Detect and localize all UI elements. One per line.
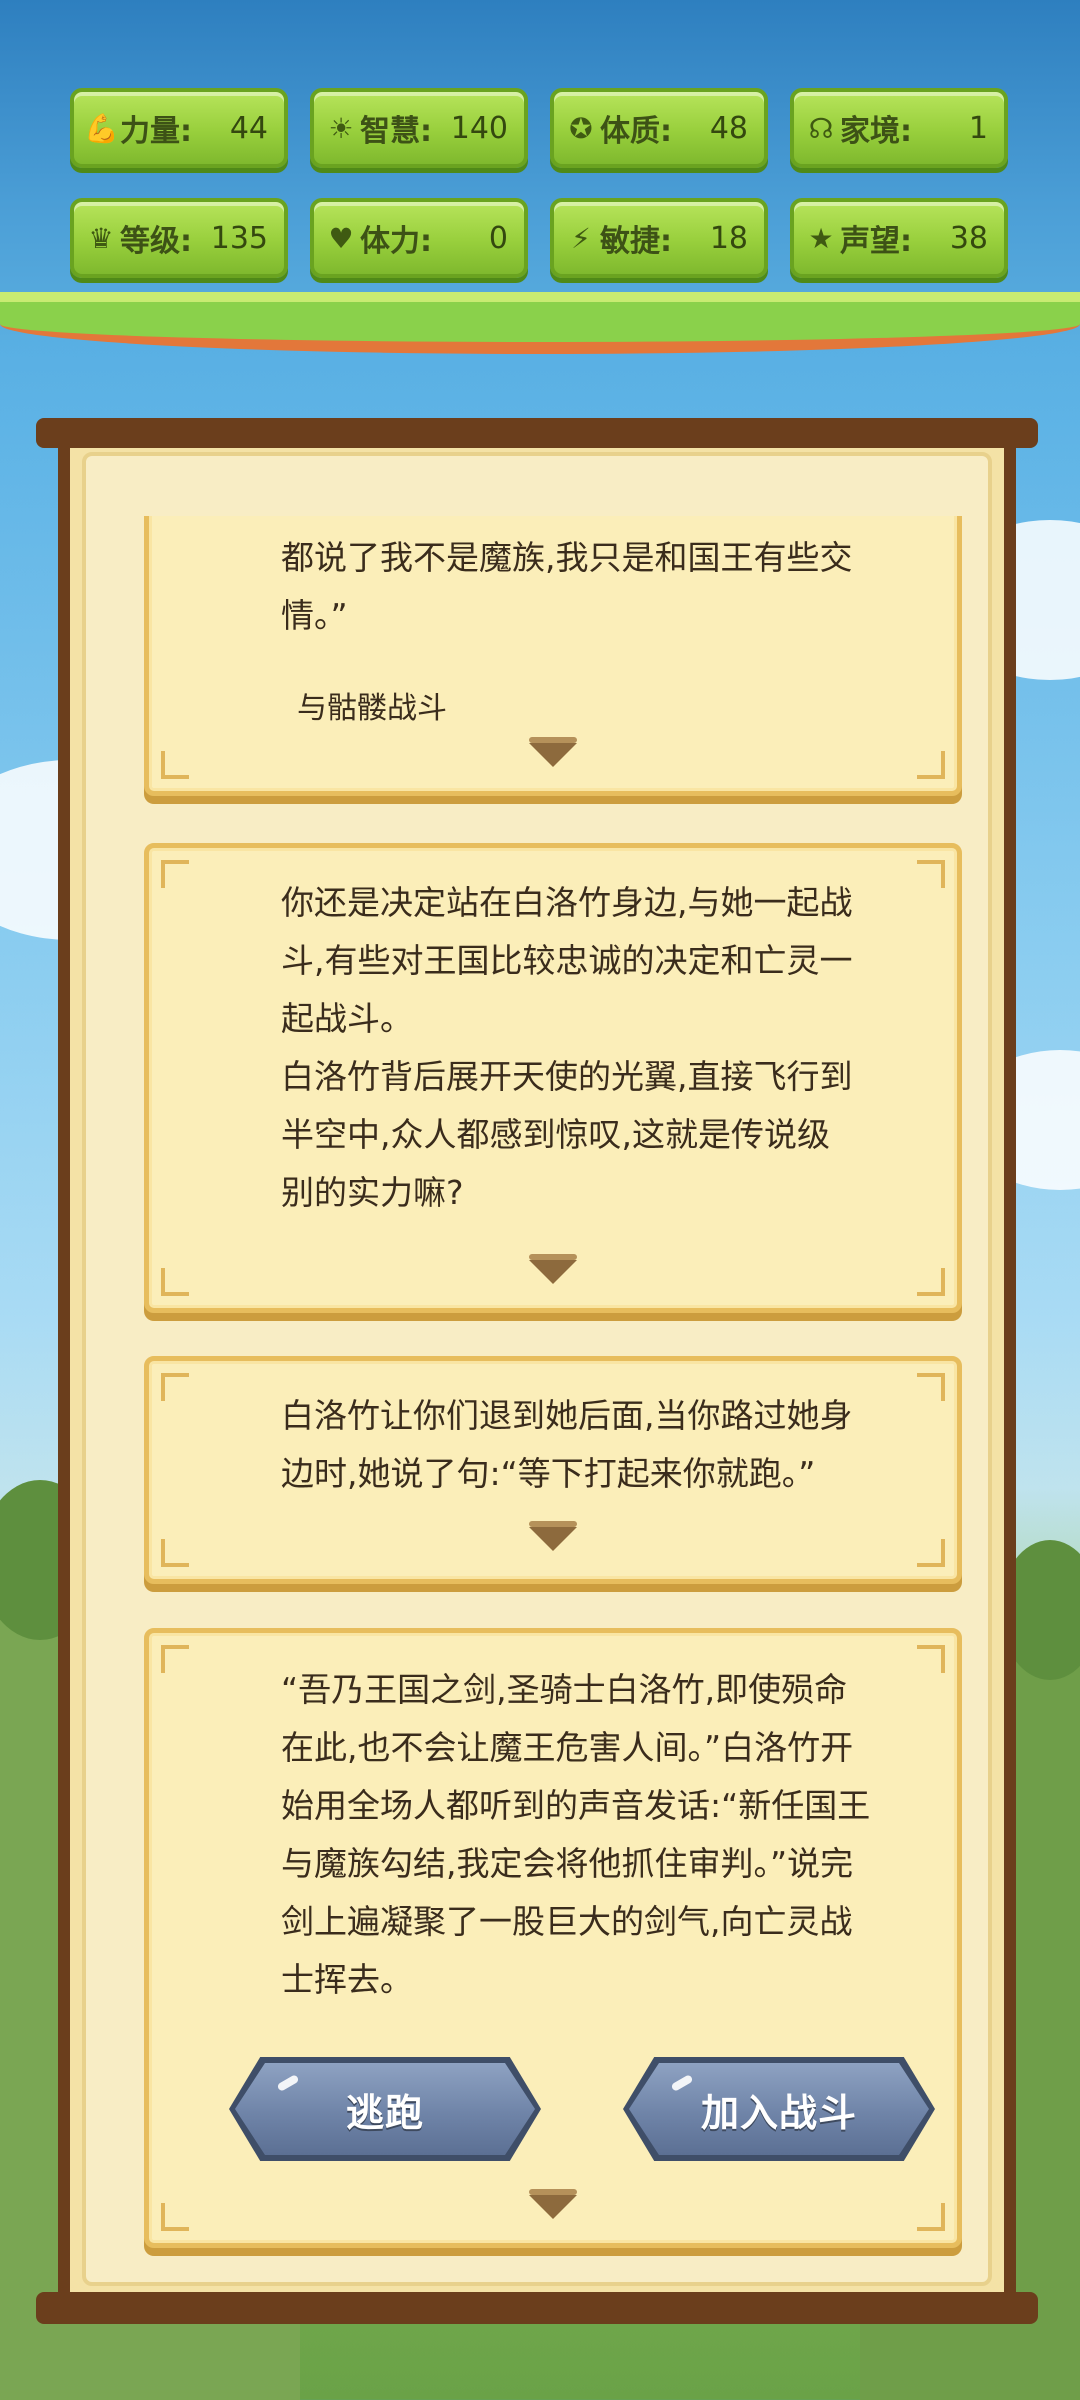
shine-highlight	[670, 2074, 694, 2092]
chevron-down-icon	[529, 1521, 577, 1551]
story-line: 边时,她说了句:“等下打起来你就跑。”	[281, 1454, 816, 1493]
chevron-down-icon	[529, 1254, 577, 1284]
join-battle-button-label: 加入战斗	[700, 2090, 857, 2135]
flee-button[interactable]: 逃跑	[235, 2063, 535, 2155]
stat-level: ♛ 等级: 135	[70, 198, 288, 278]
story-line: 白洛竹背后展开天使的光翼,直接飞行到	[281, 1057, 853, 1096]
stat-label: 体力:	[360, 224, 432, 259]
star-icon: ★	[808, 221, 834, 255]
story-card: “吾乃王国之剑,圣骑士白洛竹,即使殒命 在此,也不会让魔王危害人间。”白洛竹开 …	[144, 1628, 962, 2248]
stat-label: 体质:	[600, 114, 672, 149]
join-battle-button[interactable]: 加入战斗	[629, 2063, 929, 2155]
story-text: 你还是决定站在白洛竹身边,与她一起战 斗,有些对王国比较忠诚的决定和亡灵一 起战…	[281, 874, 917, 1222]
story-line: “吾乃王国之剑,圣骑士白洛竹,即使殒命	[281, 1670, 848, 1709]
choice-fight-skeleton[interactable]: 与骷髅战斗	[297, 683, 447, 727]
story-line: 与魔族勾结,我定会将他抓住审判。”说完	[281, 1844, 854, 1883]
heart-icon: ♥	[328, 221, 354, 255]
stat-value: 48	[709, 110, 748, 146]
story-card: 备站在魔族那边吗?”这位骷髅解释道:“ 都说了我不是魔族,我只是和国王有些交 情…	[144, 516, 962, 796]
stat-value: 18	[709, 220, 748, 256]
stat-agility: ⚡ 敏捷: 18	[550, 198, 768, 278]
story-line: 剑上遍凝聚了一股巨大的剑气,向亡灵战	[281, 1902, 853, 1941]
story-text: “吾乃王国之剑,圣骑士白洛竹,即使殒命 在此,也不会让魔王危害人间。”白洛竹开 …	[281, 1661, 917, 2009]
story-text: 白洛竹让你们退到她后面,当你路过她身 边时,她说了句:“等下打起来你就跑。”	[281, 1387, 917, 1503]
stat-constitution: ✪ 体质: 48	[550, 88, 768, 168]
story-card: 白洛竹让你们退到她后面,当你路过她身 边时,她说了句:“等下打起来你就跑。”	[144, 1356, 962, 1584]
story-line: 别的实力嘛?	[281, 1173, 464, 1212]
chevron-down-icon	[529, 2189, 577, 2219]
stat-wisdom: ☀ 智慧: 140	[310, 88, 528, 168]
story-scroll[interactable]: 备站在魔族那边吗?”这位骷髅解释道:“ 都说了我不是魔族,我只是和国王有些交 情…	[144, 516, 962, 2276]
story-line: 起战斗。	[281, 999, 413, 1038]
family-icon: ☊	[808, 111, 834, 145]
body-icon: ✪	[569, 111, 593, 145]
stat-label: 家境:	[840, 114, 912, 149]
stat-value: 140	[450, 110, 508, 146]
story-text: 备站在魔族那边吗?”这位骷髅解释道:“ 都说了我不是魔族,我只是和国王有些交 情…	[281, 516, 917, 645]
story-line: 情。”	[281, 596, 348, 635]
status-bar: 💪 力量: 44 ☀ 智慧: 140 ✪ 体质: 48 ☊ 家境: 1 ♛ 等级…	[0, 0, 1080, 354]
stat-reputation: ★ 声望: 38	[790, 198, 1008, 278]
stat-strength: 💪 力量: 44	[70, 88, 288, 168]
story-line: 备站在魔族那边吗?”这位骷髅解释道:“	[281, 516, 917, 529]
bulb-icon: ☀	[328, 111, 354, 145]
story-line: 白洛竹让你们退到她后面,当你路过她身	[281, 1396, 853, 1435]
chevron-down-icon	[529, 737, 577, 767]
stat-label: 力量:	[120, 114, 192, 149]
parchment: 备站在魔族那边吗?”这位骷髅解释道:“ 都说了我不是魔族,我只是和国王有些交 情…	[82, 452, 992, 2286]
story-line: 斗,有些对王国比较忠诚的决定和亡灵一	[281, 941, 853, 980]
stat-value: 38	[949, 220, 988, 256]
flee-button-wrap: 逃跑	[235, 2063, 535, 2155]
stat-stamina: ♥ 体力: 0	[310, 198, 528, 278]
stat-value: 1	[968, 110, 988, 146]
shine-highlight	[276, 2074, 300, 2092]
crown-icon: ♛	[88, 221, 114, 255]
stat-value: 44	[229, 110, 268, 146]
story-line: 在此,也不会让魔王危害人间。”白洛竹开	[281, 1728, 854, 1767]
arm-icon: 💪	[84, 111, 119, 145]
stat-value: 0	[488, 220, 508, 256]
story-line: 半空中,众人都感到惊叹,这就是传说级	[281, 1115, 830, 1154]
stat-label: 智慧:	[360, 114, 432, 149]
story-line: 都说了我不是魔族,我只是和国王有些交	[281, 538, 853, 577]
stat-label: 敏捷:	[600, 224, 672, 259]
stat-family: ☊ 家境: 1	[790, 88, 1008, 168]
join-button-wrap: 加入战斗	[629, 2063, 929, 2155]
stat-label: 等级:	[120, 224, 192, 259]
story-line: 始用全场人都听到的声音发话:“新任国王	[281, 1786, 871, 1825]
story-card: 你还是决定站在白洛竹身边,与她一起战 斗,有些对王国比较忠诚的决定和亡灵一 起战…	[144, 843, 962, 1313]
stat-label: 声望:	[840, 224, 912, 259]
story-frame: 备站在魔族那边吗?”这位骷髅解释道:“ 都说了我不是魔族,我只是和国王有些交 情…	[36, 418, 1038, 2324]
lightning-icon: ⚡	[571, 221, 591, 255]
story-line: 士挥去。	[281, 1960, 413, 1999]
flee-button-label: 逃跑	[345, 2090, 424, 2135]
stat-value: 135	[210, 220, 268, 256]
stat-grid: 💪 力量: 44 ☀ 智慧: 140 ✪ 体质: 48 ☊ 家境: 1 ♛ 等级…	[70, 88, 1008, 278]
story-line: 你还是决定站在白洛竹身边,与她一起战	[281, 883, 853, 922]
